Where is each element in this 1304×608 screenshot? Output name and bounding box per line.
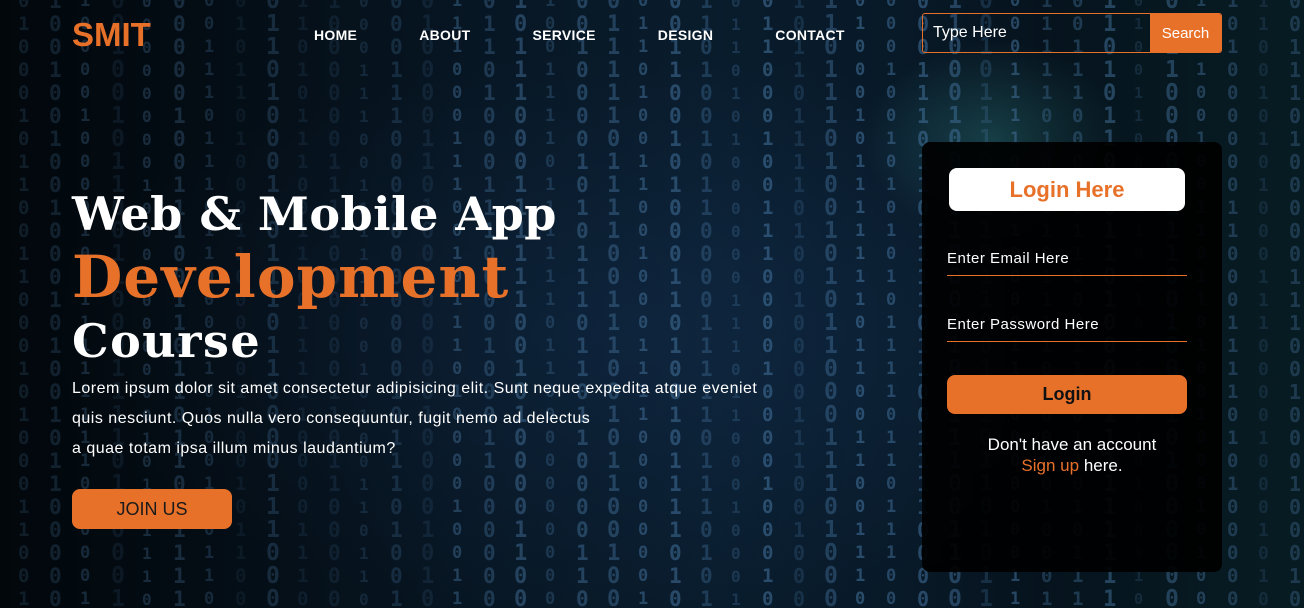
site-logo[interactable]: SMIT xyxy=(72,16,151,54)
hero-section: Web & Mobile App Development Course Lore… xyxy=(72,186,842,464)
landing-page: 0 1 0 0 0 1 0 1 1 0 0 1 1 0 0 0 1 0 1 0 … xyxy=(0,0,1304,608)
password-field[interactable] xyxy=(947,308,1187,341)
search-bar: Search xyxy=(922,13,1222,53)
hero-title-line2: Development xyxy=(72,243,510,311)
nav-about-link[interactable]: ABOUT xyxy=(419,27,470,43)
signup-prompt: Don't have an account Sign up here. xyxy=(922,434,1222,476)
search-button[interactable]: Search xyxy=(1150,14,1221,52)
hero-description-line: Lorem ipsum dolor sit amet consectetur a… xyxy=(72,380,758,397)
nav-home-link[interactable]: HOME xyxy=(314,27,357,43)
hero-title-line3: Course xyxy=(72,314,262,368)
join-us-button[interactable]: JOIN US xyxy=(72,489,232,529)
email-field-wrapper xyxy=(947,242,1187,276)
login-button[interactable]: Login xyxy=(947,375,1187,414)
main-nav: HOME ABOUT SERVICE DESIGN CONTACT xyxy=(314,27,907,43)
nav-service-link[interactable]: SERVICE xyxy=(532,27,595,43)
login-card: Login Here Login Don't have an account S… xyxy=(922,142,1222,572)
search-input[interactable] xyxy=(923,14,1150,52)
nav-design-link[interactable]: DESIGN xyxy=(658,27,713,43)
hero-description-line: quis nesciunt. Quos nulla vero consequun… xyxy=(72,410,591,427)
nav-contact-link[interactable]: CONTACT xyxy=(775,27,845,43)
login-title: Login Here xyxy=(949,168,1185,211)
hero-title-line1: Web & Mobile App xyxy=(72,187,557,241)
hero-description-line: a quae totam ipsa illum minus laudantium… xyxy=(72,440,396,457)
signup-line: Sign up here. xyxy=(922,455,1222,476)
signup-prompt-text: Don't have an account xyxy=(987,435,1157,454)
hero-description: Lorem ipsum dolor sit amet consectetur a… xyxy=(72,374,842,464)
signup-suffix: here. xyxy=(1079,456,1123,475)
password-field-wrapper xyxy=(947,308,1187,342)
signup-link[interactable]: Sign up xyxy=(1021,456,1079,475)
email-field[interactable] xyxy=(947,242,1187,275)
